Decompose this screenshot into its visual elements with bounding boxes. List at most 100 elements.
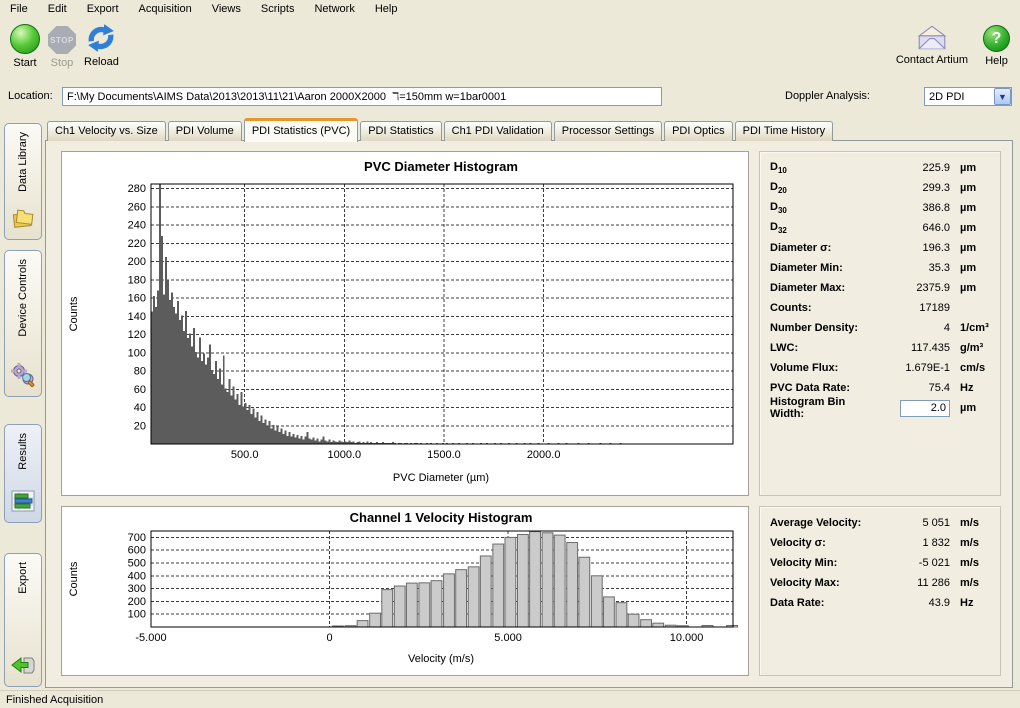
pdi-statistics-pvc-page: PVC Diameter Histogram 20406080100120140… — [45, 140, 1013, 688]
status-text: Finished Acquisition — [6, 694, 103, 706]
svg-text:160: 160 — [128, 293, 146, 305]
help-button-label: Help — [985, 55, 1008, 67]
velocity-histogram-title: Channel 1 Velocity Histogram — [150, 510, 732, 525]
start-icon — [10, 24, 40, 54]
stat-row: Number Density:41/cm³ — [760, 318, 1000, 338]
stat-unit: g/m³ — [950, 342, 994, 354]
stat-label: Average Velocity: — [770, 517, 872, 529]
stat-label: Velocity σ: — [770, 537, 872, 549]
tab-pdi-time-history[interactable]: PDI Time History — [735, 121, 834, 141]
stat-unit: µm — [950, 242, 994, 254]
stat-row: LWC:117.435g/m³ — [760, 338, 1000, 358]
svg-text:40: 40 — [134, 402, 146, 414]
bar-chart-icon — [10, 488, 36, 517]
stat-label: D30 — [770, 201, 872, 215]
tab-pdi-volume[interactable]: PDI Volume — [168, 121, 242, 141]
doppler-analysis-value: 2D PDI — [925, 91, 994, 103]
app-window: FileEditExportAcquisitionViewsScriptsNet… — [0, 0, 1020, 708]
menu-file[interactable]: File — [0, 1, 38, 17]
svg-text:5.000: 5.000 — [494, 632, 522, 644]
stat-label: Velocity Min: — [770, 557, 872, 569]
stat-value: 17189 — [872, 302, 950, 314]
stat-label: PVC Data Rate: — [770, 382, 872, 394]
stat-label: Diameter Min: — [770, 262, 872, 274]
reload-button[interactable]: Reload — [84, 23, 119, 68]
stat-label: D10 — [770, 161, 872, 175]
location-input[interactable] — [62, 87, 662, 106]
envelope-icon — [916, 25, 948, 51]
tab-pdi-optics[interactable]: PDI Optics — [664, 121, 733, 141]
stat-value: 43.9 — [872, 597, 950, 609]
stop-icon: STOP — [48, 26, 76, 54]
tab-processor-settings[interactable]: Processor Settings — [554, 121, 662, 141]
tab-ch1-velocity-vs-size[interactable]: Ch1 Velocity vs. Size — [47, 121, 166, 141]
sidebar-item-export[interactable]: Export — [4, 553, 42, 687]
svg-text:10.000: 10.000 — [670, 632, 704, 644]
start-button[interactable]: Start — [10, 24, 40, 69]
stat-row: Average Velocity:5 051m/s — [760, 513, 1000, 533]
stat-row: D32646.0µm — [760, 218, 1000, 238]
velocity-xaxis-label: Velocity (m/s) — [150, 653, 732, 665]
sidebar-item-device-controls[interactable]: Device Controls — [4, 250, 42, 397]
stat-unit: Hz — [950, 382, 994, 394]
svg-text:100: 100 — [128, 347, 146, 359]
doppler-analysis-label: Doppler Analysis: — [785, 90, 870, 102]
stat-row: Velocity σ:1 832m/s — [760, 533, 1000, 553]
stat-row: D30386.8µm — [760, 198, 1000, 218]
histogram-bin-width-input[interactable] — [900, 400, 950, 417]
stat-row: Velocity Max:11 286m/s — [760, 573, 1000, 593]
pvc-diameter-histogram-title: PVC Diameter Histogram — [150, 159, 732, 174]
menu-export[interactable]: Export — [77, 1, 129, 17]
folders-icon — [10, 205, 36, 234]
stat-row: Diameter Min:35.3µm — [760, 258, 1000, 278]
stat-value: 2375.9 — [872, 282, 950, 294]
stat-label: D20 — [770, 181, 872, 195]
tab-pdi-statistics-pvc[interactable]: PDI Statistics (PVC) — [244, 118, 358, 142]
chevron-down-icon[interactable]: ▼ — [994, 88, 1011, 105]
velocity-histogram-chart: 100200300400500600700-5.00005.00010.000C… — [63, 527, 747, 651]
stat-unit: µm — [950, 402, 994, 414]
sidebar-item-label: Results — [17, 433, 29, 470]
stat-row: Diameter σ:196.3µm — [760, 238, 1000, 258]
stat-row: Volume Flux:1.679E-1cm/s — [760, 358, 1000, 378]
help-icon: ? — [983, 25, 1010, 52]
svg-text:600: 600 — [128, 545, 146, 557]
velocity-histogram-panel: Channel 1 Velocity Histogram 10020030040… — [61, 506, 749, 676]
menu-scripts[interactable]: Scripts — [251, 1, 305, 17]
stat-unit: m/s — [950, 577, 994, 589]
doppler-analysis-dropdown[interactable]: 2D PDI ▼ — [924, 87, 1012, 106]
svg-text:120: 120 — [128, 329, 146, 341]
stat-unit: cm/s — [950, 362, 994, 374]
contact-artium-button[interactable]: Contact Artium — [896, 25, 968, 66]
menu-network[interactable]: Network — [304, 1, 364, 17]
stat-label: Diameter Max: — [770, 282, 872, 294]
tab-pdi-statistics[interactable]: PDI Statistics — [360, 121, 441, 141]
svg-text:140: 140 — [128, 311, 146, 323]
menu-acquisition[interactable]: Acquisition — [129, 1, 202, 17]
stop-button-label: Stop — [51, 57, 74, 69]
velocity-stats-panel: Average Velocity:5 051m/sVelocity σ:1 83… — [759, 506, 1001, 676]
pvc-diameter-histogram-panel: PVC Diameter Histogram 20406080100120140… — [61, 151, 749, 496]
svg-text:Counts: Counts — [68, 561, 80, 596]
stat-value: 1 832 — [872, 537, 950, 549]
help-button[interactable]: ? Help — [983, 25, 1010, 67]
menu-edit[interactable]: Edit — [38, 1, 77, 17]
stat-label: Number Density: — [770, 322, 872, 334]
location-row: Location: Doppler Analysis: 2D PDI ▼ — [0, 82, 1020, 112]
sidebar-item-data-library[interactable]: Data Library — [4, 123, 42, 240]
stat-unit: µm — [950, 262, 994, 274]
stat-row: Diameter Max:2375.9µm — [760, 278, 1000, 298]
sidebar-item-results[interactable]: Results — [4, 424, 42, 523]
stat-value: 196.3 — [872, 242, 950, 254]
svg-text:500: 500 — [128, 558, 146, 570]
menu-help[interactable]: Help — [365, 1, 408, 17]
svg-text:2000.0: 2000.0 — [527, 449, 561, 461]
stat-value: 5 051 — [872, 517, 950, 529]
stat-unit: µm — [950, 282, 994, 294]
menu-views[interactable]: Views — [202, 1, 251, 17]
svg-text:60: 60 — [134, 384, 146, 396]
stat-value: -5 021 — [872, 557, 950, 569]
stat-value — [872, 400, 950, 417]
stat-label: Diameter σ: — [770, 242, 872, 254]
tab-ch1-pdi-validation[interactable]: Ch1 PDI Validation — [444, 121, 552, 141]
